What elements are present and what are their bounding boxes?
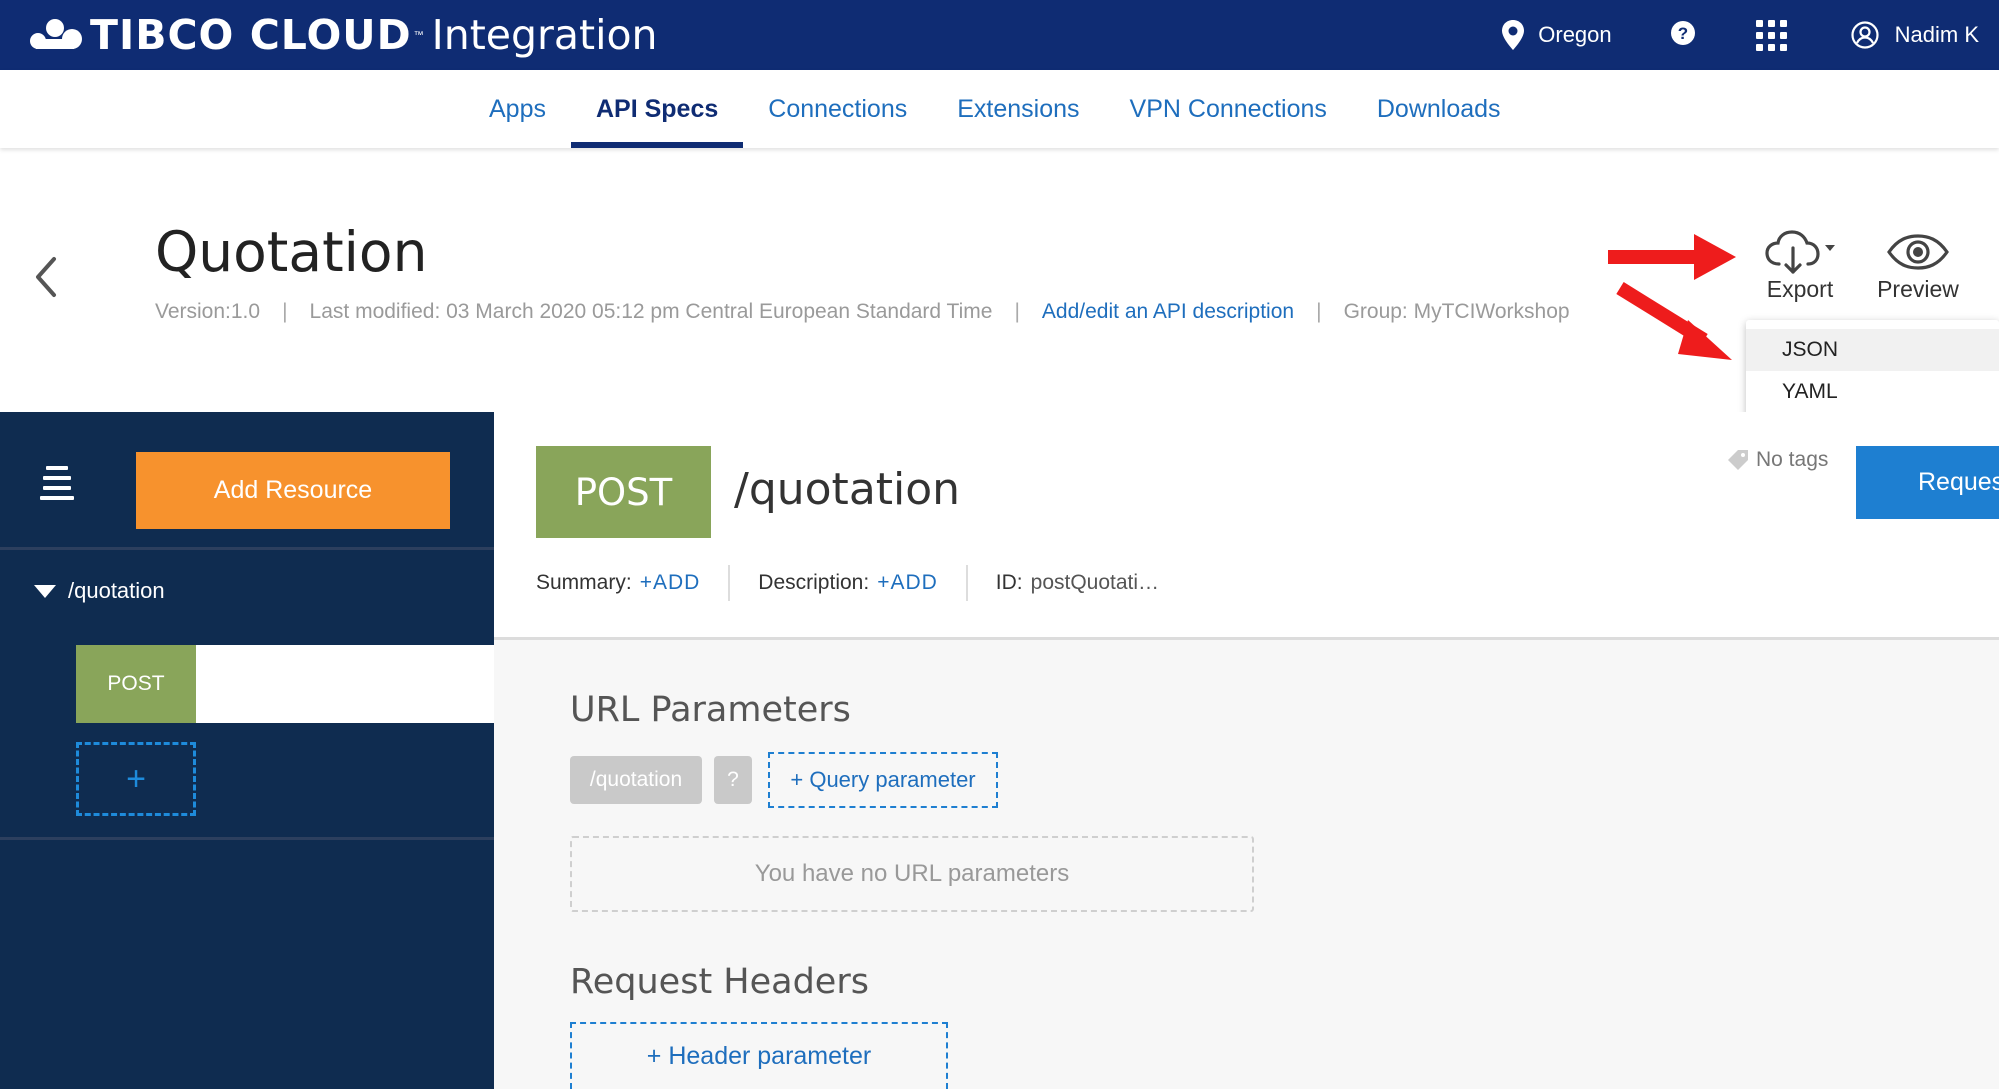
add-description-link[interactable]: Add/edit an API description — [1042, 300, 1294, 324]
tab-extensions[interactable]: Extensions — [932, 70, 1104, 148]
operation-meta: Summary: +ADD Description: +ADD ID: post… — [536, 565, 1159, 601]
add-resource-button[interactable]: Add Resource — [136, 452, 450, 529]
export-json-option[interactable]: JSON — [1746, 329, 1999, 371]
sidebar-divider — [0, 837, 494, 840]
spec-group: Group: MyTCIWorkshop — [1343, 300, 1570, 323]
eye-icon — [1887, 234, 1949, 270]
meta-separator: | — [1014, 300, 1020, 323]
preview-button[interactable]: Preview — [1870, 228, 1966, 303]
operation-id-value[interactable]: postQuotati… — [1031, 571, 1159, 595]
main-nav: Apps API Specs Connections Extensions VP… — [0, 70, 1999, 148]
user-name: Nadim K — [1894, 22, 1979, 47]
meta-separator: | — [1316, 300, 1322, 323]
product-name: Integration — [431, 11, 658, 59]
add-summary-link[interactable]: +ADD — [640, 571, 701, 595]
back-chevron-icon[interactable] — [32, 255, 60, 304]
method-badge: POST — [76, 645, 196, 723]
user-icon — [1851, 21, 1879, 49]
add-query-parameter-button[interactable]: + Query parameter — [768, 752, 998, 808]
operation-header: POST /quotation Summary: +ADD Descriptio… — [494, 412, 1999, 640]
top-bar: TIBCO CLOUD ™ Integration Oregon ? Nadim… — [0, 0, 1999, 70]
location-pin-icon — [1502, 20, 1525, 50]
tags-control[interactable]: No tags — [1726, 448, 1828, 472]
product-logo[interactable]: TIBCO CLOUD ™ Integration — [28, 10, 658, 60]
tab-vpn-connections[interactable]: VPN Connections — [1105, 70, 1352, 148]
spec-version: Version:1.0 — [155, 300, 261, 323]
summary-label: Summary: — [536, 571, 632, 594]
export-dropdown-menu: JSON YAML — [1746, 320, 1999, 420]
tags-label: No tags — [1756, 448, 1829, 471]
region-selector[interactable]: Oregon — [1500, 19, 1612, 51]
red-arrow-annotation — [1608, 232, 1738, 287]
method-item-post[interactable]: POST — [76, 645, 494, 723]
description-label: Description: — [758, 571, 870, 594]
add-method-button[interactable]: + — [76, 742, 196, 816]
region-label: Oregon — [1538, 22, 1612, 47]
operation-panel: POST /quotation Summary: +ADD Descriptio… — [494, 412, 1999, 1089]
url-parameters-empty-state: You have no URL parameters — [570, 836, 1254, 912]
path-chip[interactable]: /quotation — [570, 756, 702, 804]
resource-item-quotation[interactable]: /quotation — [0, 550, 494, 632]
collapse-menu-icon[interactable] — [40, 466, 74, 506]
tag-icon — [1728, 450, 1748, 470]
query-chip[interactable]: ? — [714, 756, 752, 804]
resource-sidebar: Add Resource /quotation POST + — [0, 412, 494, 1089]
trademark-mark: ™ — [413, 29, 424, 41]
export-button[interactable]: Export — [1757, 228, 1843, 303]
request-headers-heading: Request Headers — [570, 962, 869, 1002]
url-parameters-heading: URL Parameters — [570, 690, 851, 730]
operation-method-badge: POST — [536, 446, 711, 538]
spec-meta: Version:1.0 | Last modified: 03 March 20… — [155, 300, 1570, 324]
help-icon[interactable]: ? — [1670, 20, 1696, 51]
export-yaml-option[interactable]: YAML — [1746, 371, 1999, 413]
resource-path-label: /quotation — [68, 578, 165, 603]
meta-separator: | — [282, 300, 288, 323]
add-header-parameter-button[interactable]: + Header parameter — [570, 1022, 948, 1089]
request-button[interactable]: Reques — [1856, 446, 1999, 519]
page-title: Quotation — [155, 220, 428, 284]
app-grid-icon[interactable] — [1755, 19, 1787, 51]
red-arrow-annotation — [1612, 280, 1742, 375]
id-label: ID: — [995, 571, 1023, 594]
tibco-logo-icon — [28, 15, 84, 55]
preview-label: Preview — [1877, 276, 1959, 302]
export-label: Export — [1766, 276, 1834, 302]
tab-apps[interactable]: Apps — [464, 70, 571, 148]
brand-name: TIBCO CLOUD — [90, 11, 412, 59]
tab-downloads[interactable]: Downloads — [1352, 70, 1526, 148]
operation-path: /quotation — [734, 464, 961, 515]
meta-divider — [728, 565, 731, 601]
spec-last-modified: Last modified: 03 March 2020 05:12 pm Ce… — [309, 300, 993, 323]
caret-down-icon — [34, 584, 56, 598]
svg-text:?: ? — [1677, 24, 1687, 43]
tab-api-specs[interactable]: API Specs — [570, 70, 744, 148]
add-description-link[interactable]: +ADD — [877, 571, 938, 595]
cloud-download-icon — [1765, 230, 1835, 274]
meta-divider — [965, 565, 968, 601]
user-menu[interactable]: Nadim K — [1851, 21, 1979, 49]
tab-connections[interactable]: Connections — [743, 70, 932, 148]
